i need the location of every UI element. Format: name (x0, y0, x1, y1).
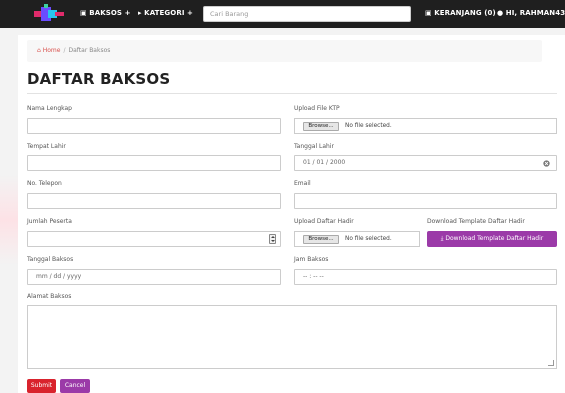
jam-baksos-label: Jam Baksos (294, 256, 329, 263)
jumlah-label: Jumlah Peserta (27, 218, 72, 225)
telepon-input[interactable] (27, 193, 281, 209)
email-input[interactable] (294, 193, 557, 209)
navbar: ▣ BAKSOS + ▸ KATEGORI + Cari Barang ▣ KE… (0, 0, 565, 28)
alamat-label: Alamat Baksos (27, 293, 72, 300)
tanggal-baksos-label: Tanggal Baksos (27, 256, 74, 263)
download-icon: ⤓ (440, 235, 444, 242)
search-input[interactable]: Cari Barang (203, 6, 411, 22)
tanggal-lahir-label: Tanggal Lahir (294, 143, 334, 150)
cart-icon: ▣ (425, 9, 432, 17)
cart-link[interactable]: ▣ KERANJANG (0) (425, 9, 496, 17)
breadcrumb-home[interactable]: ⌂ Home (37, 47, 60, 54)
menu-kategori[interactable]: ▸ KATEGORI + (138, 9, 193, 17)
menu-kategori-label: KATEGORI + (144, 9, 194, 17)
menu-baksos-label: BAKSOS + (89, 9, 131, 17)
telepon-label: No. Telepon (27, 180, 62, 187)
divider (27, 93, 557, 94)
daftar-hadir-browse-button[interactable]: Browse... (303, 235, 339, 244)
user-menu[interactable]: ● HI, RAHMAN43 (497, 9, 565, 17)
clear-icon[interactable] (543, 160, 550, 167)
home-icon: ⌂ (37, 47, 41, 54)
daftar-hadir-label: Upload Daftar Hadir (294, 218, 354, 225)
tempat-lahir-input[interactable] (27, 155, 281, 171)
page-title: DAFTAR BAKSOS (27, 70, 171, 88)
jumlah-input[interactable] (27, 231, 281, 247)
daftar-hadir-file-input[interactable]: Browse... No file selected. (294, 231, 420, 247)
download-template-label: Download Template Daftar Hadir (445, 235, 544, 242)
submit-button[interactable]: Submit (27, 379, 56, 393)
user-label: HI, RAHMAN43 (505, 9, 565, 17)
resize-handle[interactable] (548, 360, 554, 366)
user-icon: ● (497, 9, 504, 17)
main-card: ⌂ Home / Daftar Baksos DAFTAR BAKSOS Nama … (18, 35, 565, 393)
nama-input[interactable] (27, 118, 281, 134)
breadcrumb: ⌂ Home / Daftar Baksos (27, 40, 542, 62)
breadcrumb-current: Daftar Baksos (68, 47, 111, 54)
cart-label: KERANJANG (0) (434, 9, 496, 17)
breadcrumb-home-label: Home (42, 47, 61, 54)
number-spinner[interactable] (269, 234, 276, 244)
email-label: Email (294, 180, 311, 187)
template-label: Download Template Daftar Hadir (427, 218, 525, 225)
menu-baksos[interactable]: ▣ BAKSOS + (80, 9, 131, 17)
ktp-file-input[interactable]: Browse... No file selected. (294, 118, 557, 134)
users-icon: ▣ (80, 9, 87, 17)
ktp-label: Upload File KTP (294, 105, 340, 112)
ktp-file-status: No file selected. (345, 123, 392, 129)
nama-label: Nama Lengkap (27, 105, 72, 112)
cancel-button[interactable]: Cancel (60, 379, 90, 393)
decorative-accent-left (0, 175, 18, 265)
jam-baksos-placeholder: -- : -- -- (303, 273, 324, 280)
ktp-browse-button[interactable]: Browse... (303, 122, 339, 131)
jam-baksos-input[interactable]: -- : -- -- (294, 269, 557, 285)
logo[interactable] (34, 4, 64, 24)
tempat-lahir-label: Tempat Lahir (27, 143, 66, 150)
download-template-button[interactable]: ⤓ Download Template Daftar Hadir (427, 231, 557, 247)
daftar-hadir-file-status: No file selected. (345, 236, 392, 242)
tag-icon: ▸ (138, 9, 142, 17)
breadcrumb-separator: / (63, 47, 66, 54)
tanggal-baksos-input[interactable]: mm / dd / yyyy (27, 269, 281, 285)
alamat-textarea[interactable] (27, 305, 557, 369)
tanggal-lahir-value: 01 / 01 / 2000 (303, 159, 346, 166)
tanggal-lahir-input[interactable]: 01 / 01 / 2000 (294, 155, 557, 171)
tanggal-baksos-placeholder: mm / dd / yyyy (36, 273, 82, 280)
